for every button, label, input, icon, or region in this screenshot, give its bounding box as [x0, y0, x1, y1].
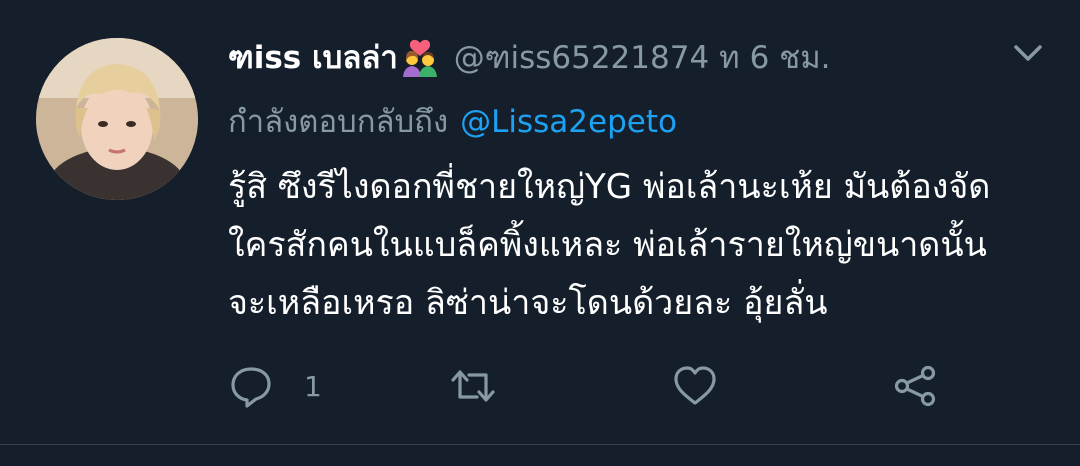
retweet-button[interactable] — [450, 358, 496, 414]
separator: ท — [719, 40, 740, 76]
tweet-card[interactable]: ฑiss เบลล่า @ฑiss65221874 ท 6 ชม. กำลังต… — [0, 0, 1080, 466]
share-button[interactable] — [892, 358, 938, 414]
tweet-text-line: ใครสักคนในแบล็คพิ้งแหละ พ่อเล้ารายใหญ่ขน… — [228, 225, 987, 265]
reply-button[interactable]: 1 — [228, 358, 322, 414]
replying-to-label: กำลังตอบกลับถึง — [228, 104, 449, 140]
tweet-text-line: รู้สิ ซึงรีไงดอกพี่ชายใหญ่YG พ่อเล้านะเห… — [228, 167, 991, 207]
heart-icon — [674, 366, 716, 405]
tweet-text-line: จะเหลือเหรอ ลิซ่าน่าจะโดนด้วยละ อุ้ยลั่น — [228, 283, 828, 323]
couple-with-heart-emoji — [400, 37, 440, 77]
retweet-icon — [451, 370, 495, 402]
reply-count: 1 — [304, 369, 322, 403]
share-icon — [894, 365, 936, 407]
divider — [0, 444, 1080, 445]
user-handle[interactable]: @ฑiss65221874 — [454, 32, 709, 82]
chevron-down-icon[interactable] — [1008, 38, 1048, 68]
reply-icon — [231, 367, 271, 408]
timestamp[interactable]: 6 ชม. — [750, 32, 831, 82]
display-name[interactable]: ฑiss เบลล่า — [228, 32, 398, 82]
like-button[interactable] — [672, 358, 718, 414]
replying-to: กำลังตอบกลับถึง @Lissa2epeto — [228, 96, 677, 146]
tweet-header: ฑiss เบลล่า @ฑiss65221874 ท 6 ชม. — [228, 32, 831, 82]
avatar[interactable] — [36, 38, 198, 200]
tweet-text: รู้สิ ซึงรีไงดอกพี่ชายใหญ่YG พ่อเล้านะเห… — [228, 158, 1048, 332]
reply-mention-link[interactable]: @Lissa2epeto — [460, 104, 677, 140]
action-bar: 1 — [228, 358, 968, 414]
avatar-photo — [36, 38, 198, 200]
